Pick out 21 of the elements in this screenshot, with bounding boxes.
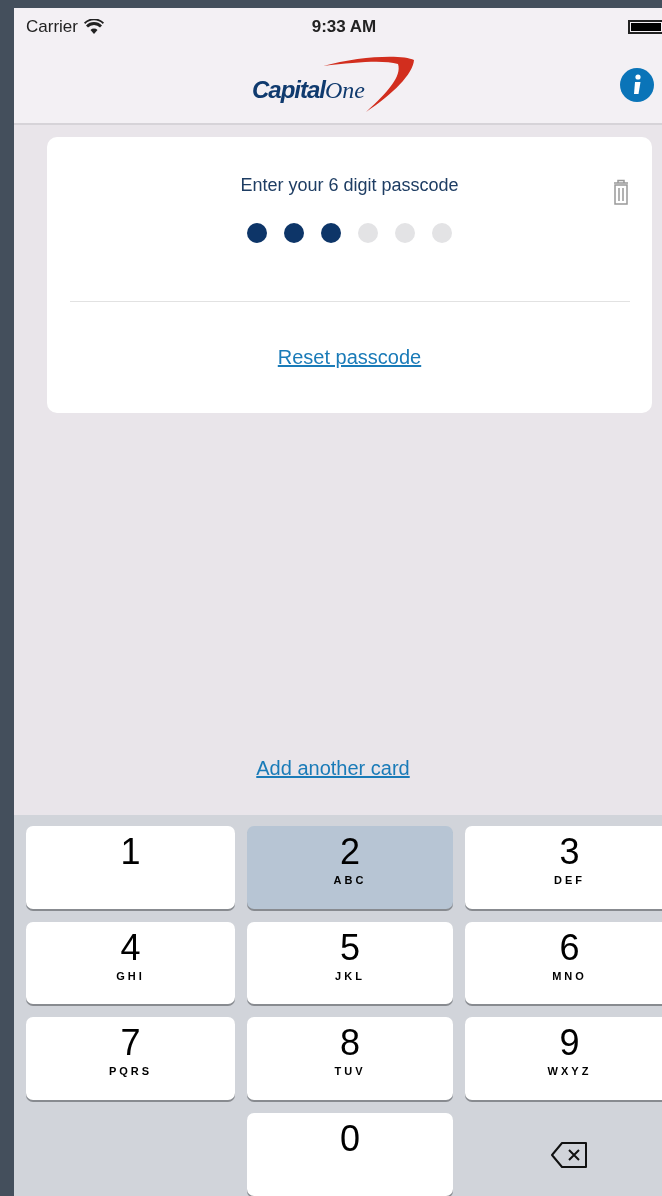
keypad-key[interactable]: 1	[26, 826, 235, 909]
keypad-key[interactable]: 9 WXYZ	[465, 1017, 662, 1100]
keypad-key[interactable]: 7 PQRS	[26, 1017, 235, 1100]
brand-logo: CapitalOne	[252, 54, 424, 114]
add-card-link[interactable]: Add another card	[256, 753, 420, 783]
keypad-key[interactable]: 2 ABC	[247, 826, 453, 909]
keypad-key[interactable]: 4 GHI	[26, 922, 235, 1004]
keypad-key[interactable]: 3 DEF	[465, 826, 662, 909]
keypad-key[interactable]: 8 TUV	[247, 1017, 453, 1100]
passcode-prompt: Enter your 6 digit passcode	[240, 174, 459, 197]
wifi-icon	[83, 19, 104, 34]
keypad-key[interactable]: 5 JKL	[247, 922, 453, 1004]
battery-icon	[628, 19, 662, 34]
keypad-key[interactable]: 0	[247, 1113, 453, 1196]
clock-time: 9:33 AM	[311, 15, 377, 38]
reset-passcode-link[interactable]: Reset passcode	[277, 342, 422, 372]
keypad-key[interactable]: 6 MNO	[465, 922, 662, 1004]
backspace-icon[interactable]	[549, 1139, 590, 1170]
carrier-label: Carrier	[26, 15, 78, 38]
trash-icon[interactable]	[612, 179, 630, 205]
info-icon[interactable]	[620, 68, 654, 102]
